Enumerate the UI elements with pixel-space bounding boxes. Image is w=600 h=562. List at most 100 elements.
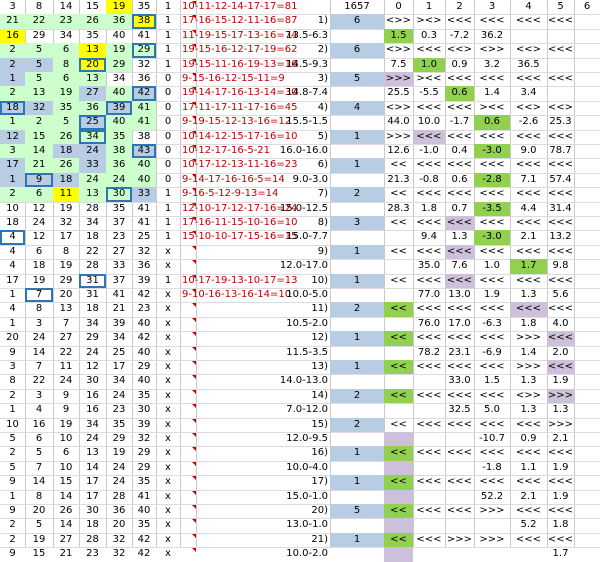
result-cell[interactable] [445, 518, 474, 532]
result-cell[interactable]: <<< [510, 158, 547, 172]
count-cell[interactable]: 6 [330, 43, 384, 58]
result-cell[interactable]: ><< [474, 101, 510, 115]
result-cell[interactable]: 5.0 [474, 403, 510, 417]
result-cell[interactable]: <<< [413, 302, 445, 316]
result-cell[interactable]: 1.5 [384, 28, 413, 44]
count-cell[interactable] [330, 115, 384, 129]
result-cell[interactable]: 1.9 [474, 288, 510, 302]
count-cell[interactable] [330, 461, 384, 475]
result-cell[interactable] [413, 518, 445, 532]
result-cell[interactable]: <<< [510, 130, 547, 144]
number-cell[interactable]: 36 [79, 100, 106, 116]
result-cell[interactable]: <<< [445, 331, 474, 345]
result-cell[interactable]: <<< [474, 446, 510, 460]
label-cell[interactable]: 21) [196, 533, 330, 547]
number-cell[interactable]: 26 [79, 14, 106, 29]
number-cell[interactable]: 5 [53, 115, 79, 130]
number-cell[interactable]: 24 [53, 374, 79, 388]
result-cell[interactable]: 5.6 [547, 288, 574, 302]
header-cell[interactable]: 1657 [330, 0, 384, 14]
number-cell[interactable]: 2 [0, 57, 25, 72]
number-cell[interactable]: 13 [79, 43, 106, 58]
result-cell[interactable]: << [384, 245, 413, 259]
number-cell[interactable]: 37 [106, 216, 132, 230]
header-cell[interactable]: 3 [474, 0, 510, 14]
result-cell[interactable]: -6.3 [474, 317, 510, 331]
result-cell[interactable]: 36.2 [474, 29, 510, 43]
label-cell[interactable]: 4) [196, 101, 330, 115]
number-cell[interactable]: 24 [79, 144, 106, 159]
number-cell[interactable]: 27 [53, 331, 79, 345]
number-cell[interactable]: 24 [106, 475, 132, 489]
number-cell[interactable]: 18 [0, 100, 25, 116]
number-cell[interactable]: 17 [53, 230, 79, 244]
result-cell[interactable]: >>> [510, 331, 547, 345]
number-cell[interactable]: 27 [79, 86, 106, 101]
result-cell[interactable]: <<< [445, 130, 474, 144]
result-cell[interactable]: <<< [445, 158, 474, 172]
label-cell[interactable]: 3) [196, 72, 330, 86]
label-cell[interactable]: 10) [196, 274, 330, 288]
result-cell[interactable]: << [384, 446, 413, 461]
number-cell[interactable]: 30 [79, 374, 106, 388]
result-cell[interactable]: 2.1 [547, 432, 574, 446]
number-cell[interactable]: 26 [53, 504, 79, 518]
result-cell[interactable]: 2.1 [510, 230, 547, 244]
number-cell[interactable]: 9 [0, 346, 25, 360]
number-cell[interactable]: 38 [132, 130, 156, 144]
number-cell[interactable]: 3 [25, 389, 53, 403]
result-cell[interactable]: <<< [547, 360, 574, 375]
result-cell[interactable]: <<< [474, 302, 510, 316]
result-cell[interactable] [384, 489, 413, 504]
result-cell[interactable] [384, 432, 413, 447]
number-cell[interactable]: 39 [132, 274, 156, 288]
number-cell[interactable]: 34 [79, 317, 106, 331]
count-cell[interactable]: 1 [330, 244, 384, 260]
count-cell[interactable]: 1 [330, 446, 384, 461]
number-cell[interactable]: 6 [53, 72, 79, 87]
count-cell[interactable]: 3 [330, 216, 384, 231]
result-cell[interactable]: <<< [510, 72, 547, 86]
result-cell[interactable]: 1.5 [474, 374, 510, 388]
result-cell[interactable]: 1.9 [547, 490, 574, 504]
number-cell[interactable]: 32 [132, 245, 156, 259]
result-cell[interactable]: << [384, 216, 413, 230]
label-cell[interactable]: 14.8-7.4 [196, 86, 330, 100]
label-cell[interactable]: 13.5-6.3 [196, 29, 330, 43]
number-cell[interactable]: 24 [79, 346, 106, 360]
label-cell[interactable]: 12.0-9.5 [196, 432, 330, 446]
draw-flag-cell[interactable]: 0 [156, 173, 180, 187]
number-cell[interactable]: 4 [0, 302, 25, 316]
number-cell[interactable]: 9 [53, 389, 79, 403]
number-cell[interactable]: 14 [79, 461, 106, 475]
number-cell[interactable]: 10 [53, 461, 79, 475]
number-cell[interactable]: 22 [79, 245, 106, 259]
number-cell[interactable]: 23 [106, 230, 132, 244]
result-cell[interactable]: 1.3 [445, 230, 474, 244]
result-cell[interactable]: <<< [413, 187, 445, 201]
result-cell[interactable]: -3.0 [474, 230, 510, 245]
result-cell[interactable]: <<< [474, 187, 510, 201]
number-cell[interactable]: 3 [25, 317, 53, 331]
count-cell[interactable]: 1 [330, 475, 384, 490]
number-cell[interactable]: 6 [53, 43, 79, 58]
number-cell[interactable]: 17 [79, 490, 106, 504]
count-cell[interactable] [330, 86, 384, 100]
number-cell[interactable]: 33 [132, 187, 156, 202]
number-cell[interactable]: 1 [0, 72, 25, 87]
result-cell[interactable]: ><> [413, 14, 445, 28]
number-cell[interactable]: 5 [25, 446, 53, 460]
number-cell[interactable]: 24 [106, 389, 132, 403]
count-cell[interactable] [330, 288, 384, 302]
number-cell[interactable]: 14 [25, 144, 53, 159]
count-cell[interactable] [330, 346, 384, 360]
number-cell[interactable]: 42 [132, 547, 156, 561]
number-cell[interactable]: 9 [0, 547, 25, 561]
result-cell[interactable]: 5.2 [510, 518, 547, 532]
number-cell[interactable]: 7 [25, 288, 53, 303]
result-cell[interactable]: 1.8 [413, 202, 445, 216]
result-cell[interactable] [413, 547, 445, 561]
result-cell[interactable]: <<< [510, 14, 547, 28]
result-cell[interactable]: -6.9 [474, 346, 510, 360]
number-cell[interactable]: 42 [132, 288, 156, 302]
